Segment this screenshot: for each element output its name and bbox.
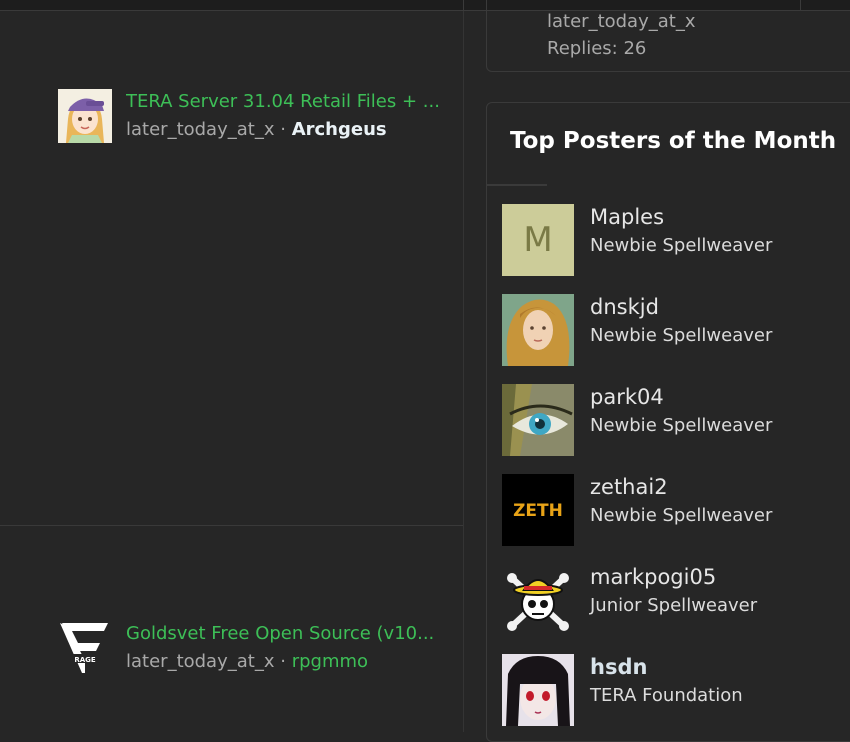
avatar-logo-text: ZETH — [513, 501, 563, 521]
zeth-logo-avatar-icon: ZETH — [502, 474, 574, 546]
thread-author-link[interactable]: later_today_at_x — [126, 119, 274, 140]
poster-rank: Newbie Spellweaver — [590, 505, 773, 526]
avatar[interactable] — [502, 564, 574, 636]
anime-girl-avatar-icon — [58, 89, 112, 143]
rage-logo-icon: RAGE — [58, 621, 112, 675]
thread-item: TERA Server 31.04 Retail Files + ... lat… — [58, 89, 458, 145]
poster-item: dnskjd Newbie Spellweaver — [502, 294, 842, 366]
heading-underline — [487, 184, 547, 186]
poster-item: park04 Newbie Spellweaver — [502, 384, 842, 456]
anime-eye-avatar-icon — [502, 384, 574, 456]
poster-item: ZETH zethai2 Newbie Spellweaver — [502, 474, 842, 546]
thread-forum-link[interactable]: Archgeus — [292, 119, 387, 140]
avatar[interactable]: ZETH — [502, 474, 574, 546]
thread-meta: later_today_at_x · Archgeus — [126, 117, 387, 143]
poster-rank: Newbie Spellweaver — [590, 415, 773, 436]
avatar[interactable] — [502, 384, 574, 456]
avatar[interactable] — [58, 89, 112, 143]
venus-painting-avatar-icon — [502, 294, 574, 366]
meta-separator: · — [280, 651, 286, 672]
thread-title-link[interactable]: Goldsvet Free Open Source (v10... — [126, 621, 446, 647]
avatar[interactable]: RAGE — [58, 621, 112, 675]
latest-thread-card: later_today_at_x Replies: 26 — [486, 0, 850, 72]
poster-name-link[interactable]: park04 — [590, 384, 664, 410]
poster-item: hsdn TERA Foundation — [502, 654, 842, 726]
poster-rank: Junior Spellweaver — [590, 595, 758, 616]
thread-title-link[interactable]: TERA Server 31.04 Retail Files + ... — [126, 89, 446, 115]
thread-forum-link[interactable]: rpgmmo — [292, 651, 368, 672]
thread-item: RAGE Goldsvet Free Open Source (v10... l… — [58, 621, 458, 677]
poster-name-link[interactable]: hsdn — [590, 654, 647, 680]
poster-name-link[interactable]: zethai2 — [590, 474, 668, 500]
poster-item: M Maples Newbie Spellweaver — [502, 204, 842, 276]
avatar[interactable] — [502, 654, 574, 726]
logo-text: RAGE — [74, 656, 96, 664]
straw-hat-skull-avatar-icon — [502, 564, 574, 636]
thread-author-link[interactable]: later_today_at_x — [126, 651, 274, 672]
poster-name-link[interactable]: markpogi05 — [590, 564, 716, 590]
poster-item: markpogi05 Junior Spellweaver — [502, 564, 842, 636]
poster-rank: Newbie Spellweaver — [590, 325, 773, 346]
card-replies: Replies: 26 — [547, 38, 647, 59]
thread-divider — [0, 525, 463, 526]
card-author[interactable]: later_today_at_x — [547, 9, 695, 35]
avatar[interactable]: M — [502, 204, 574, 276]
meta-separator: · — [280, 119, 286, 140]
thread-meta: later_today_at_x · rpgmmo — [126, 649, 368, 675]
poster-rank: TERA Foundation — [590, 685, 743, 706]
anime-girl-dark-hair-avatar-icon — [502, 654, 574, 726]
poster-name-link[interactable]: Maples — [590, 204, 664, 230]
top-posters-widget: Top Posters of the Month M Maples Newbie… — [486, 102, 850, 742]
avatar[interactable] — [502, 294, 574, 366]
letter-avatar: M — [502, 204, 574, 276]
widget-title: Top Posters of the Month — [510, 128, 837, 154]
column-divider — [463, 11, 464, 732]
poster-rank: Newbie Spellweaver — [590, 235, 773, 256]
toolbar-divider — [463, 0, 464, 10]
poster-name-link[interactable]: dnskjd — [590, 294, 659, 320]
